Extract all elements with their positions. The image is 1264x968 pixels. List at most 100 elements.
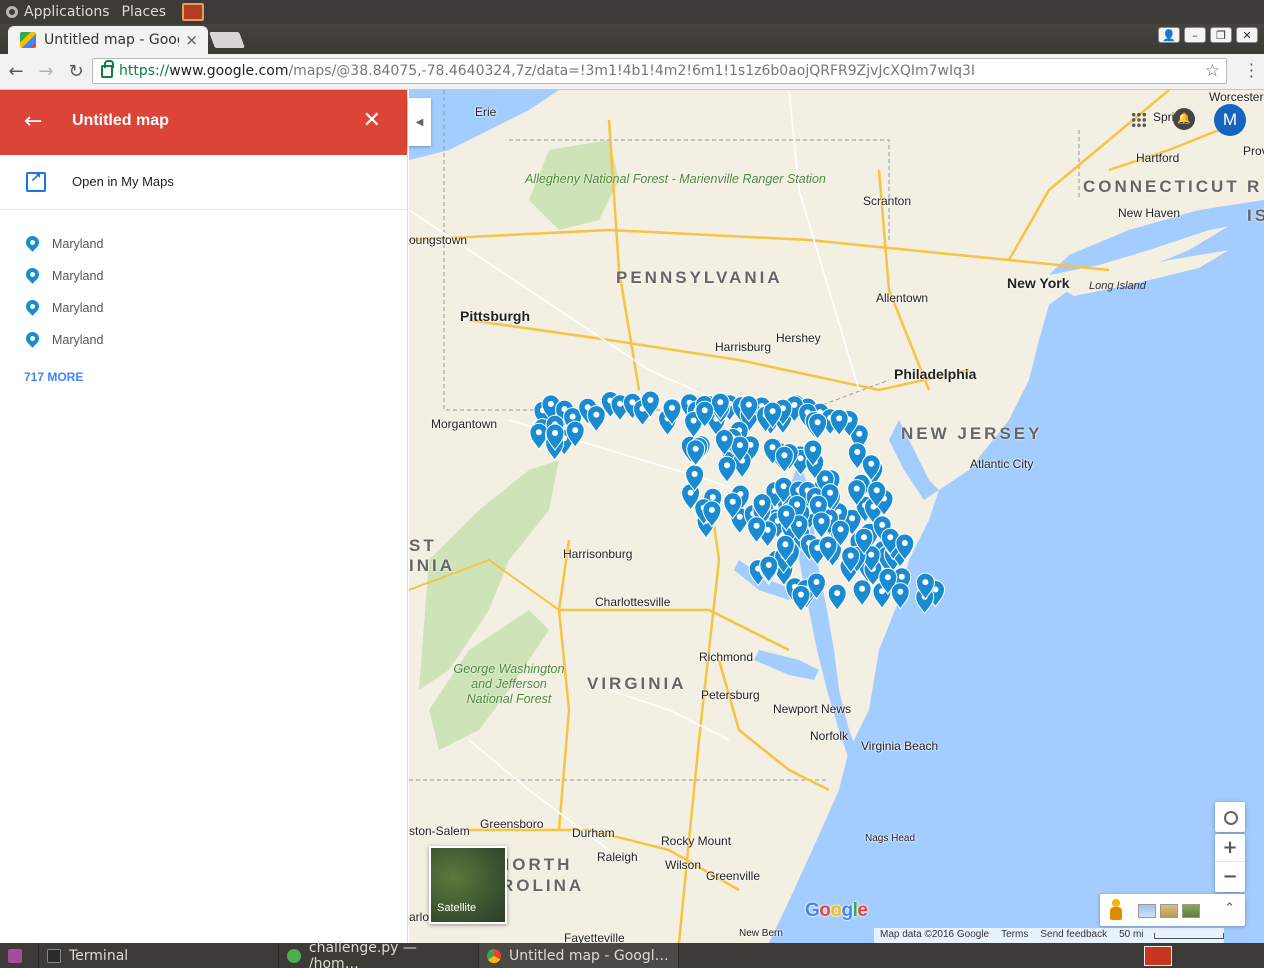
- url-host: www.google.com: [169, 63, 289, 79]
- desktop-icon: [8, 948, 22, 963]
- scale-bar: [1153, 933, 1224, 939]
- city-label: Durham: [572, 826, 615, 840]
- file-manager-launcher-icon[interactable]: [182, 3, 205, 21]
- places-menu-label: Places: [121, 4, 167, 20]
- reload-icon[interactable]: ↻: [62, 58, 90, 86]
- city-label: Harrisonburg: [563, 547, 633, 561]
- map-marker[interactable]: [852, 579, 872, 607]
- imagery-thumb[interactable]: [1138, 904, 1156, 918]
- state-label: ROLINA: [501, 876, 585, 895]
- zoom-in-button[interactable]: +: [1215, 834, 1245, 862]
- satellite-toggle[interactable]: Satellite: [429, 846, 507, 924]
- chrome-icon: [487, 948, 501, 963]
- open-in-my-maps-row[interactable]: Open in My Maps: [0, 155, 407, 210]
- city-label: Prov: [1243, 144, 1264, 158]
- expand-chevron-icon[interactable]: ⌃: [1224, 901, 1235, 916]
- city-label: Raleigh: [597, 850, 638, 864]
- taskbar-item-label: Terminal: [69, 947, 129, 964]
- map-side-panel: ← Untitled map ✕ Open in My Maps Marylan…: [0, 90, 408, 943]
- google-logo: Google: [805, 900, 868, 921]
- state-label: CONNECTICUT: [1083, 177, 1240, 196]
- imagery-thumb[interactable]: [1182, 904, 1200, 918]
- placemark-label: Maryland: [52, 301, 104, 315]
- state-label: R: [1247, 177, 1263, 196]
- send-feedback-link[interactable]: Send feedback: [1034, 928, 1113, 943]
- map-attribution: Map data ©2016 Google Terms Send feedbac…: [874, 928, 1224, 943]
- terms-link[interactable]: Terms: [995, 928, 1034, 943]
- tab-close-icon[interactable]: ×: [185, 31, 198, 49]
- forward-arrow-icon[interactable]: →: [32, 58, 60, 86]
- map-marker[interactable]: [791, 585, 811, 613]
- forest-label: George Washington and Jefferson National…: [453, 662, 565, 706]
- list-item[interactable]: Maryland: [0, 292, 407, 324]
- notifications-bell-icon[interactable]: 🔔: [1173, 108, 1195, 130]
- workspace-switcher[interactable]: [1144, 946, 1172, 966]
- city-label: Pittsburgh: [460, 308, 530, 324]
- map-pin-icon: [23, 233, 42, 252]
- applications-menu[interactable]: Applications: [0, 0, 116, 24]
- list-item[interactable]: Maryland: [0, 228, 407, 260]
- placemark-label: Maryland: [52, 237, 104, 251]
- back-arrow-icon[interactable]: ←: [2, 58, 30, 86]
- scale-label[interactable]: 50 mi: [1113, 928, 1149, 943]
- bookmark-star-icon[interactable]: ☆: [1205, 61, 1220, 81]
- places-menu[interactable]: Places: [116, 0, 173, 24]
- collapse-panel-button[interactable]: ◀: [408, 98, 431, 146]
- map-marker[interactable]: [811, 511, 831, 539]
- map-pin-icon: [23, 329, 42, 348]
- tab-untitled-map[interactable]: Untitled map - Goog ×: [8, 26, 208, 54]
- city-label: Greenville: [706, 869, 761, 883]
- zoom-out-button[interactable]: −: [1215, 863, 1245, 891]
- state-label: INIA: [409, 556, 455, 575]
- state-label: NORTH: [497, 855, 573, 874]
- close-icon[interactable]: ✕: [363, 108, 381, 133]
- browser-tab-strip: Untitled map - Goog × 👤 – ❐ ✕: [0, 24, 1264, 54]
- city-label: Hartford: [1136, 151, 1180, 165]
- account-avatar[interactable]: M: [1214, 104, 1246, 136]
- map-marker[interactable]: [586, 405, 606, 433]
- restore-window-icon[interactable]: ❐: [1210, 27, 1232, 43]
- my-location-button[interactable]: [1215, 802, 1245, 832]
- url-scheme: https://: [119, 63, 170, 79]
- city-label: Fayetteville: [564, 931, 625, 943]
- map-marker[interactable]: [717, 455, 737, 484]
- city-label: New Haven: [1118, 206, 1181, 220]
- map-marker[interactable]: [686, 439, 706, 467]
- open-external-icon: [26, 170, 46, 192]
- city-label: Norfolk: [810, 729, 849, 743]
- list-item[interactable]: Maryland: [0, 260, 407, 292]
- list-item[interactable]: Maryland: [0, 324, 407, 356]
- pegman-icon[interactable]: [1110, 899, 1122, 921]
- map-canvas[interactable]: PENNSYLVANIA NEW JERSEY VIRGINIA CONNECT…: [409, 90, 1264, 943]
- placemark-label: Maryland: [52, 269, 104, 283]
- browser-toolbar: ← → ↻ https://www.google.com/maps/@38.84…: [0, 54, 1264, 90]
- new-tab-button[interactable]: [209, 32, 245, 48]
- google-apps-grid-icon[interactable]: [1131, 112, 1147, 128]
- show-more-link[interactable]: 717 MORE: [24, 370, 83, 384]
- back-arrow-icon[interactable]: ←: [24, 110, 48, 134]
- city-label: arlo: [409, 910, 430, 924]
- chrome-menu-icon[interactable]: · · ·: [1249, 57, 1254, 85]
- city-label: Philadelphia: [894, 366, 977, 382]
- secure-lock-icon: [101, 59, 114, 78]
- map-marker[interactable]: [827, 583, 847, 612]
- city-label: Long Island: [1089, 280, 1146, 292]
- city-label: oungstown: [409, 233, 468, 247]
- taskbar-item-terminal[interactable]: Terminal: [39, 943, 279, 968]
- url-path: /maps/@38.84075,-78.4640324,7z/data=!3m1…: [288, 63, 976, 79]
- show-desktop-button[interactable]: [0, 943, 39, 968]
- map-pin-icon: [23, 297, 42, 316]
- city-label: Virginia Beach: [861, 739, 939, 753]
- minimize-window-icon[interactable]: –: [1184, 27, 1206, 43]
- placemark-markers[interactable]: [529, 390, 946, 615]
- taskbar-item-chrome[interactable]: Untitled map - Googl…: [479, 943, 679, 968]
- city-label: Charlottesville: [595, 595, 671, 609]
- taskbar-item-editor[interactable]: challenge.py — /hom…: [279, 940, 479, 968]
- address-bar[interactable]: https://www.google.com/maps/@38.84075,-7…: [92, 58, 1227, 84]
- city-label: Petersburg: [701, 688, 760, 702]
- terminal-icon: [47, 948, 61, 963]
- profile-icon[interactable]: 👤: [1158, 27, 1180, 43]
- close-window-icon[interactable]: ✕: [1236, 27, 1258, 43]
- imagery-thumb[interactable]: [1160, 904, 1178, 918]
- map-marker[interactable]: [808, 412, 828, 441]
